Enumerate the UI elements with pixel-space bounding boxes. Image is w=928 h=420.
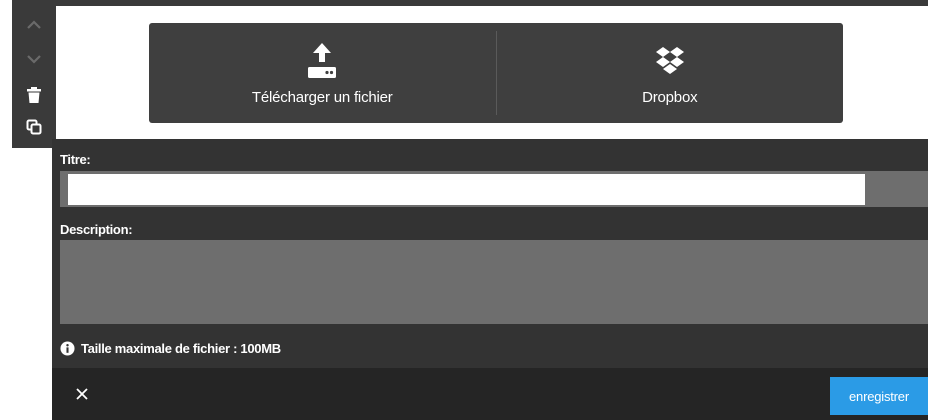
file-details-form: Titre: Description: Taille maximale de f… <box>52 139 928 368</box>
title-input[interactable] <box>68 174 865 205</box>
upload-source-panel: Télécharger un fichier Dropbox <box>149 23 843 123</box>
duplicate-button[interactable] <box>12 112 56 142</box>
file-size-info: Taille maximale de fichier : 100MB <box>60 341 281 356</box>
upload-file-button[interactable]: Télécharger un fichier <box>149 23 496 123</box>
dropbox-button[interactable]: Dropbox <box>497 23 844 123</box>
title-label: Titre: <box>60 152 91 167</box>
info-icon <box>60 341 75 356</box>
upload-icon <box>308 43 337 78</box>
dropbox-label: Dropbox <box>642 89 698 106</box>
description-input[interactable] <box>60 240 928 324</box>
file-size-info-text: Taille maximale de fichier : 100MB <box>81 341 281 356</box>
close-icon <box>76 388 88 400</box>
duplicate-icon <box>26 119 42 135</box>
move-down-button[interactable] <box>12 44 56 74</box>
upload-file-label: Télécharger un fichier <box>251 89 393 106</box>
close-button[interactable] <box>70 382 94 406</box>
top-strip <box>12 0 928 6</box>
trash-icon <box>27 87 41 103</box>
chevron-down-icon <box>27 55 41 64</box>
chevron-up-icon <box>27 20 41 29</box>
save-button[interactable]: enregistrer <box>830 377 928 415</box>
form-footer: enregistrer <box>52 368 928 420</box>
move-up-button[interactable] <box>12 10 56 40</box>
dropbox-icon <box>655 47 684 74</box>
delete-button[interactable] <box>12 80 56 110</box>
description-label: Description: <box>60 222 133 237</box>
side-toolbar <box>12 6 56 148</box>
